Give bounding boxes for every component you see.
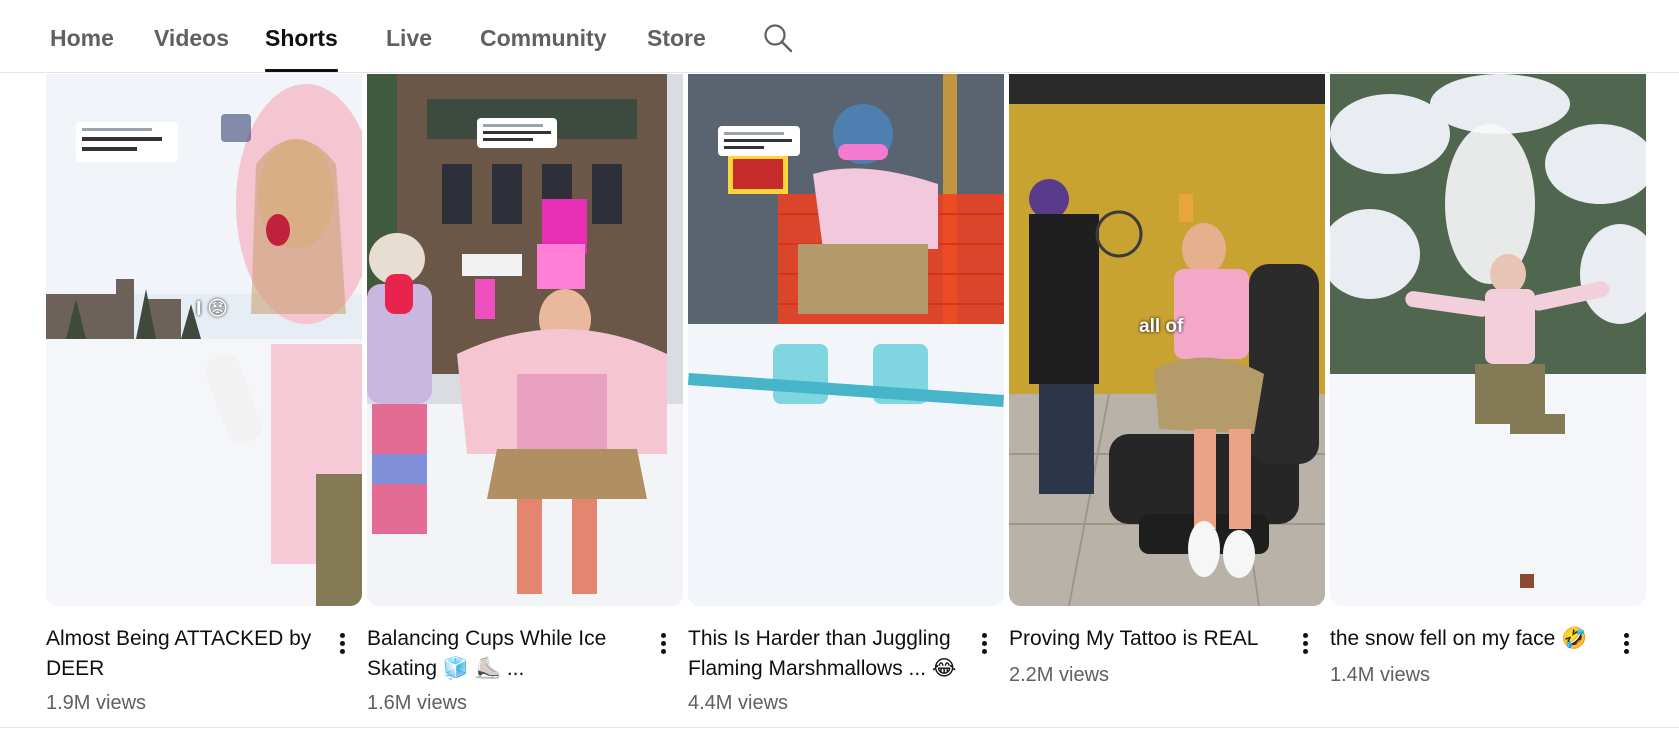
tab-live[interactable]: Live [386,20,432,72]
short-views: 4.4M views [688,692,789,714]
thumbnail-image [1009,74,1325,606]
short-thumbnail-4[interactable]: all of [1009,74,1325,606]
bottom-divider [0,727,1679,728]
short-thumbnail-1[interactable]: I 😟 [46,74,362,606]
short-views: 1.4M views [1330,664,1431,686]
tab-home[interactable]: Home [50,20,114,72]
thumbnail-image [46,74,362,606]
short-thumbnail-3[interactable] [688,74,1004,606]
tab-videos[interactable]: Videos [154,20,229,72]
short-title[interactable]: the snow fell on my face 🤣 [1330,624,1606,654]
thumbnail-image [1330,74,1646,606]
tab-store[interactable]: Store [647,20,706,72]
short-card-5[interactable]: the snow fell on my face 🤣 1.4M views [1330,74,1646,686]
short-title[interactable]: Proving My Tattoo is REAL [1009,624,1285,654]
thumbnail-image [367,74,683,606]
short-card-1[interactable]: I 😟 Almost Being ATTACKED by DEER 1.9M v… [46,74,362,714]
more-actions-button[interactable] [651,630,675,662]
short-thumbnail-2[interactable] [367,74,683,606]
tab-community[interactable]: Community [480,20,607,72]
short-card-3[interactable]: This Is Harder than Juggling Flaming Mar… [688,74,1004,714]
short-views: 2.2M views [1009,664,1110,686]
channel-tab-bar: Home Videos Shorts Live Community Store [0,0,1679,73]
more-actions-button[interactable] [330,630,354,662]
search-icon[interactable] [760,20,796,56]
more-actions-button[interactable] [972,630,996,662]
short-card-4[interactable]: all of Proving My Tattoo is REAL 2.2M vi… [1009,74,1325,686]
thumbnail-caption: all of [1139,316,1184,337]
more-actions-button[interactable] [1614,630,1638,662]
tab-shorts[interactable]: Shorts [265,20,338,72]
thumbnail-image [688,74,1004,606]
thumbnail-caption: I 😟 [196,298,228,320]
short-thumbnail-5[interactable] [1330,74,1646,606]
short-title[interactable]: Almost Being ATTACKED by DEER [46,624,322,684]
short-views: 1.6M views [367,692,468,714]
short-title[interactable]: Balancing Cups While Ice Skating 🧊 ⛸️ ..… [367,624,643,684]
more-actions-button[interactable] [1293,630,1317,662]
short-title[interactable]: This Is Harder than Juggling Flaming Mar… [688,624,964,684]
short-views: 1.9M views [46,692,147,714]
short-card-2[interactable]: Balancing Cups While Ice Skating 🧊 ⛸️ ..… [367,74,683,714]
